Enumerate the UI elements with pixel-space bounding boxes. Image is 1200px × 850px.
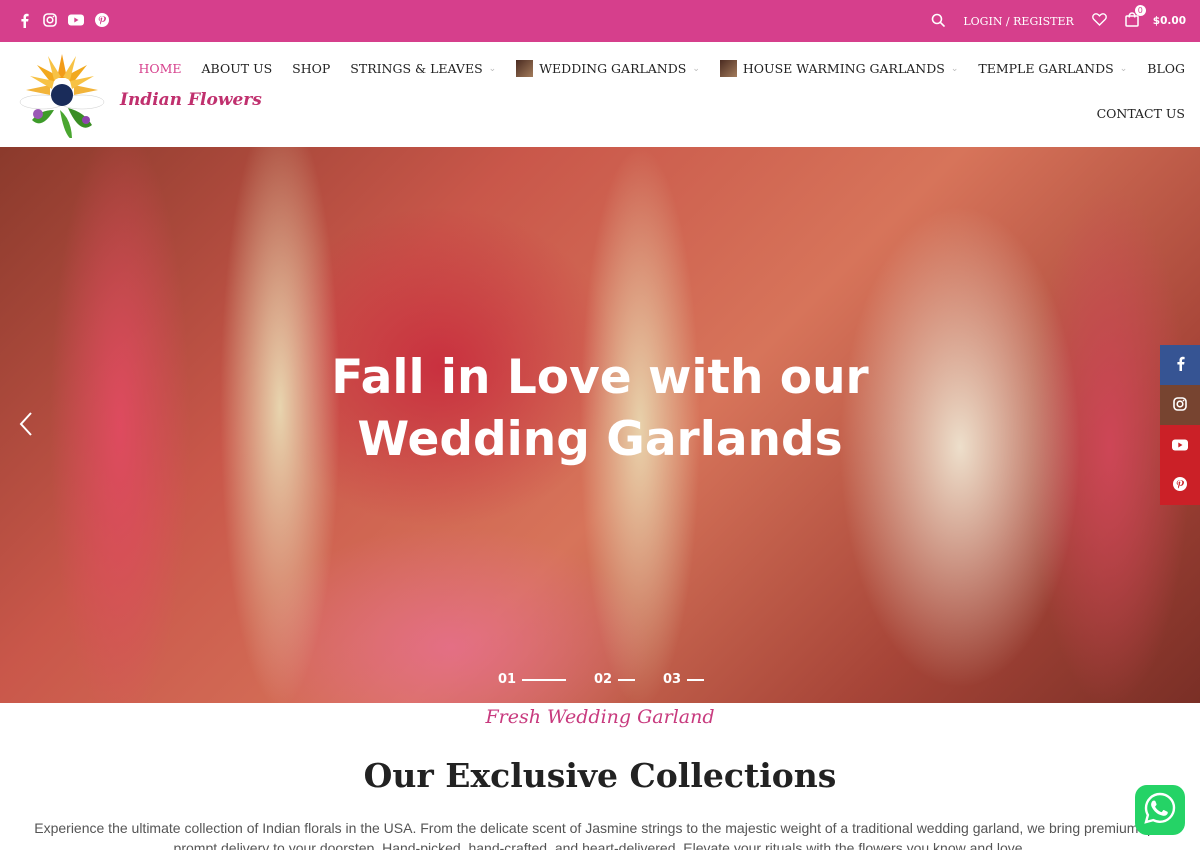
cart-button[interactable]: 0 $0.00 — [1125, 5, 1186, 30]
side-pinterest-button[interactable] — [1160, 465, 1200, 505]
facebook-icon — [1176, 356, 1185, 375]
top-social-links — [16, 11, 110, 29]
site-header: Indian Flowers HOME ABOUT US SHOP STRING… — [0, 42, 1200, 147]
wishlist-heart-icon[interactable] — [1091, 13, 1107, 29]
hero-title: Fall in Love with our Wedding Garlands — [0, 347, 1200, 471]
side-instagram-button[interactable] — [1160, 385, 1200, 425]
slide-dot-02[interactable]: 02 — [594, 672, 636, 687]
slide-dot-label: 02 — [594, 672, 613, 687]
main-nav: HOME ABOUT US SHOP STRINGS & LEAVES ⌄ WED… — [138, 60, 1185, 77]
nav-house-warming-garlands[interactable]: HOUSE WARMING GARLANDS ⌄ — [719, 60, 959, 77]
intro-line-2: prompt delivery to your doorstep. Hand-p… — [173, 840, 1027, 850]
whatsapp-icon — [1143, 791, 1177, 829]
section-script-subtitle: Fresh Wedding Garland — [485, 706, 715, 728]
chevron-down-icon: ⌄ — [1119, 63, 1128, 74]
slide-dot-line — [687, 678, 705, 681]
sunflower-logo-icon — [19, 54, 105, 140]
whatsapp-chat-button[interactable] — [1135, 785, 1185, 835]
chevron-down-icon: ⌄ — [488, 63, 497, 74]
intro-line-1: Experience the ultimate collection of In… — [34, 820, 1166, 836]
search-icon[interactable] — [931, 13, 946, 30]
slide-dot-label: 01 — [498, 672, 517, 687]
chevron-down-icon: ⌄ — [950, 63, 959, 74]
login-register-link[interactable]: LOGIN / REGISTER — [963, 15, 1073, 28]
slide-dot-line — [522, 678, 567, 681]
nav-blog[interactable]: BLOG — [1147, 60, 1185, 77]
cart-total: $0.00 — [1152, 15, 1186, 27]
instagram-icon — [1173, 396, 1187, 415]
cart-count-badge: 0 — [1134, 5, 1146, 16]
wedding-garlands-thumb-icon — [516, 60, 534, 77]
nav-strings-leaves-label: STRINGS & LEAVES — [350, 61, 483, 76]
nav-wedding-garlands[interactable]: WEDDING GARLANDS ⌄ — [516, 60, 700, 77]
nav-about-us[interactable]: ABOUT US — [202, 60, 273, 77]
pinterest-icon[interactable] — [94, 11, 110, 29]
house-warming-thumb-icon — [719, 60, 737, 77]
hero-title-line-2: Wedding Garlands — [357, 412, 843, 467]
chevron-down-icon: ⌄ — [692, 63, 700, 74]
slide-dot-label: 03 — [663, 672, 682, 687]
hero-title-line-1: Fall in Love with our — [331, 350, 869, 405]
nav-blog-label: BLOG — [1147, 61, 1185, 76]
top-bar: LOGIN / REGISTER 0 $0.00 — [0, 0, 1200, 42]
nav-shop[interactable]: SHOP — [292, 60, 330, 77]
nav-shop-label: SHOP — [292, 61, 331, 76]
side-youtube-button[interactable] — [1160, 425, 1200, 465]
nav-contact-us[interactable]: CONTACT US — [1097, 106, 1185, 121]
pinterest-icon — [1173, 476, 1187, 495]
nav-home-label: HOME — [138, 61, 182, 76]
instagram-icon[interactable] — [42, 11, 58, 29]
nav-about-us-label: ABOUT US — [201, 61, 273, 76]
nav-house-warming-label: HOUSE WARMING GARLANDS — [742, 61, 945, 76]
slider-pagination: 01 02 03 — [0, 672, 1200, 692]
facebook-icon[interactable] — [16, 11, 32, 29]
youtube-icon[interactable] — [68, 11, 84, 29]
nav-strings-leaves[interactable]: STRINGS & LEAVES ⌄ — [350, 60, 496, 77]
nav-contact-us-label: CONTACT US — [1096, 106, 1185, 121]
section-heading: Our Exclusive Collections — [363, 756, 837, 795]
youtube-icon — [1172, 436, 1188, 455]
nav-temple-garlands[interactable]: TEMPLE GARLANDS ⌄ — [978, 60, 1127, 77]
side-facebook-button[interactable] — [1160, 345, 1200, 385]
slide-dot-line — [618, 678, 636, 681]
nav-wedding-garlands-label: WEDDING GARLANDS — [539, 61, 687, 76]
slider-prev-arrow-icon[interactable] — [16, 409, 36, 439]
logo-text: Indian Flowers — [120, 90, 262, 110]
slide-dot-03[interactable]: 03 — [663, 672, 705, 687]
slide-dot-01[interactable]: 01 — [498, 672, 567, 687]
section-intro: Experience the ultimate collection of In… — [15, 818, 1185, 850]
hero-slider: Fall in Love with our Wedding Garlands 0… — [0, 147, 1200, 703]
top-bar-actions: LOGIN / REGISTER 0 $0.00 — [931, 0, 1186, 42]
nav-temple-garlands-label: TEMPLE GARLANDS — [978, 61, 1114, 76]
nav-home[interactable]: HOME — [138, 60, 181, 77]
